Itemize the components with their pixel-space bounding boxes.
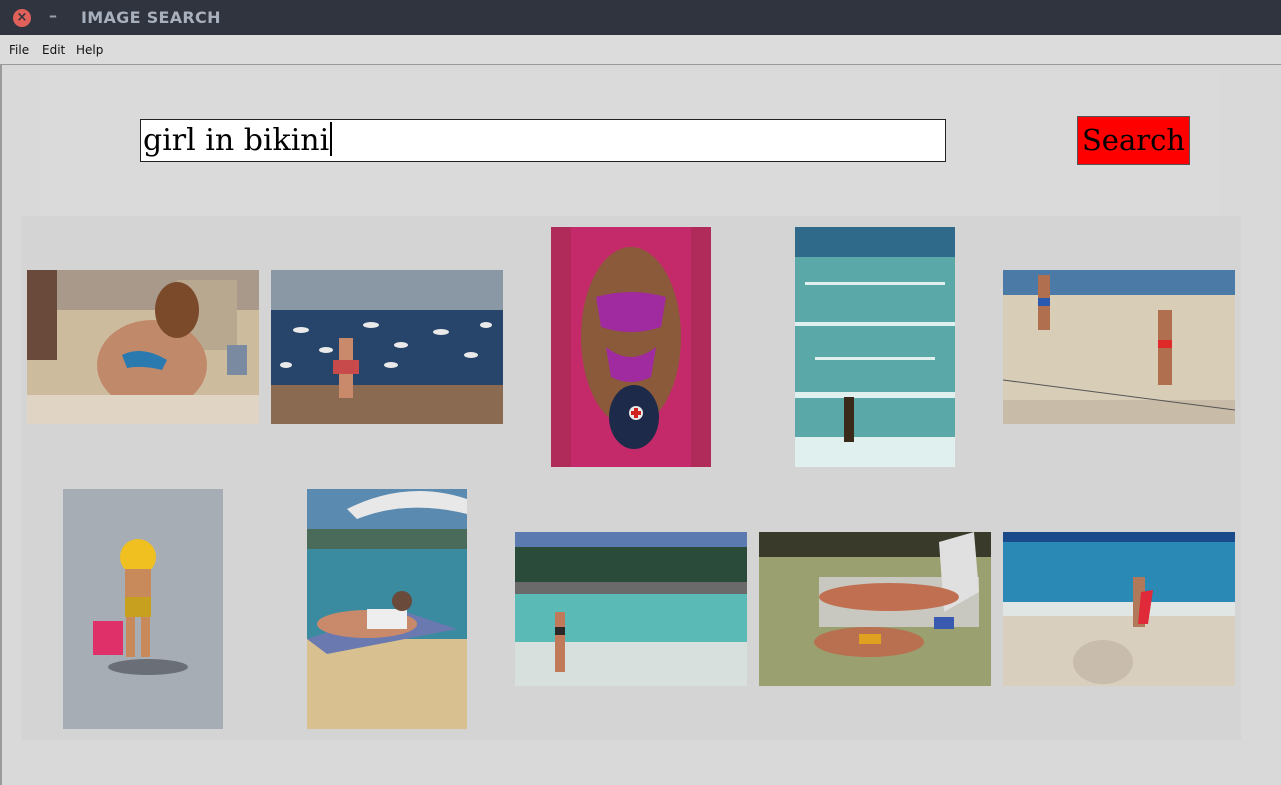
- result-image[interactable]: [307, 489, 467, 729]
- search-query-text: girl in bikini: [143, 123, 330, 158]
- beach-photo: [551, 227, 711, 467]
- beach-photo: [271, 270, 503, 424]
- minimize-icon[interactable]: –: [44, 5, 62, 27]
- result-image[interactable]: [551, 227, 711, 467]
- beach-photo: [515, 532, 747, 686]
- beach-photo: [795, 227, 955, 467]
- result-image[interactable]: [795, 227, 955, 467]
- result-image[interactable]: [515, 532, 747, 686]
- beach-photo: [27, 270, 259, 424]
- beach-photo: [63, 489, 223, 729]
- result-image[interactable]: [27, 270, 259, 424]
- beach-photo: [307, 489, 467, 729]
- beach-photo: [759, 532, 991, 686]
- search-input[interactable]: girl in bikini: [140, 119, 946, 162]
- menu-bar: File Edit Help: [0, 35, 1281, 65]
- result-image[interactable]: [63, 489, 223, 729]
- result-image[interactable]: [1003, 270, 1235, 424]
- close-icon[interactable]: ×: [13, 9, 31, 27]
- result-image[interactable]: [271, 270, 503, 424]
- result-image[interactable]: [759, 532, 991, 686]
- menu-help[interactable]: Help: [76, 43, 103, 57]
- title-bar: × – IMAGE SEARCH: [0, 0, 1281, 35]
- beach-photo: [1003, 270, 1235, 424]
- menu-edit[interactable]: Edit: [42, 43, 65, 57]
- text-caret: [330, 122, 333, 156]
- window-border: [0, 65, 2, 785]
- window-title: IMAGE SEARCH: [81, 8, 221, 27]
- result-image[interactable]: [1003, 532, 1235, 686]
- search-button[interactable]: Search: [1077, 116, 1190, 165]
- menu-file[interactable]: File: [9, 43, 29, 57]
- beach-photo: [1003, 532, 1235, 686]
